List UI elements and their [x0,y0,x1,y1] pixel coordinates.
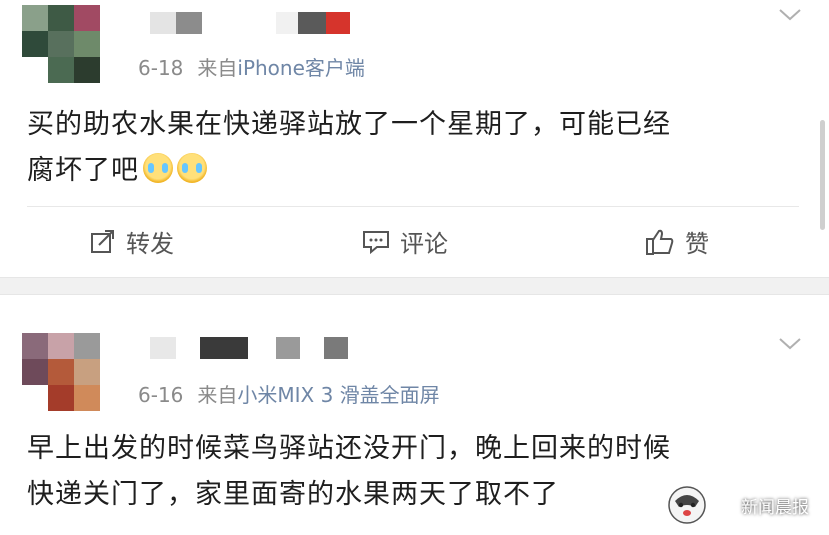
username[interactable] [150,337,348,359]
comment-label: 评论 [400,230,448,258]
repost-button[interactable]: 转发 [90,224,174,259]
post-date: 6-16 [138,383,184,407]
post-meta: 6-16 来自小米MIX 3 滑盖全面屏 [138,379,440,408]
post-content: 早上出发的时候菜鸟驿站还没开门，晚上回来的时候 快递关门了，家里面寄的水果两天了… [27,426,671,518]
post-source[interactable]: 小米MIX 3 滑盖全面屏 [237,383,439,407]
chevron-down-icon[interactable] [778,337,802,351]
post-meta: 6-18 来自iPhone客户端 [138,52,365,81]
content-line: 买的助农水果在快递驿站放了一个星期了，可能已经 [27,109,671,140]
repost-icon [91,229,114,253]
cry-laugh-emoji-icon [143,153,173,183]
scrollbar[interactable] [820,120,825,230]
divider [27,206,799,207]
avatar[interactable] [22,333,100,411]
post-card: 6-18 来自iPhone客户端 买的助农水果在快递驿站放了一个星期了，可能已经 … [0,0,829,277]
content-line: 腐坏了吧 [27,155,139,186]
comment-button[interactable]: 评论 [362,224,448,259]
thumbs-up-icon [646,229,674,255]
wechat-icon [713,497,735,513]
post-separator [0,277,829,295]
post-card: 6-16 来自小米MIX 3 滑盖全面屏 早上出发的时候菜鸟驿站还没开门，晚上回来… [0,295,829,535]
content-line: 快递关门了，家里面寄的水果两天了取不了 [27,479,559,510]
action-bar: 转发 评论 赞 [0,224,829,260]
watermark-text: 新闻晨报 [741,497,809,518]
post-date: 6-18 [138,56,184,80]
like-button[interactable]: 赞 [645,224,709,259]
repost-label: 转发 [126,230,174,258]
avatar[interactable] [22,5,100,83]
like-label: 赞 [685,230,709,258]
husky-logo-icon [668,486,706,524]
cry-laugh-emoji-icon [177,153,207,183]
content-line: 早上出发的时候菜鸟驿站还没开门，晚上回来的时候 [27,433,671,464]
chevron-down-icon[interactable] [778,8,802,22]
post-source[interactable]: iPhone客户端 [237,56,365,80]
source-prefix: 来自 [197,383,238,407]
source-prefix: 来自 [197,56,238,80]
post-content: 买的助农水果在快递驿站放了一个星期了，可能已经 腐坏了吧 [27,102,671,194]
watermark: 新闻晨报 [667,485,809,525]
username[interactable] [150,12,350,34]
comment-icon [363,230,389,254]
